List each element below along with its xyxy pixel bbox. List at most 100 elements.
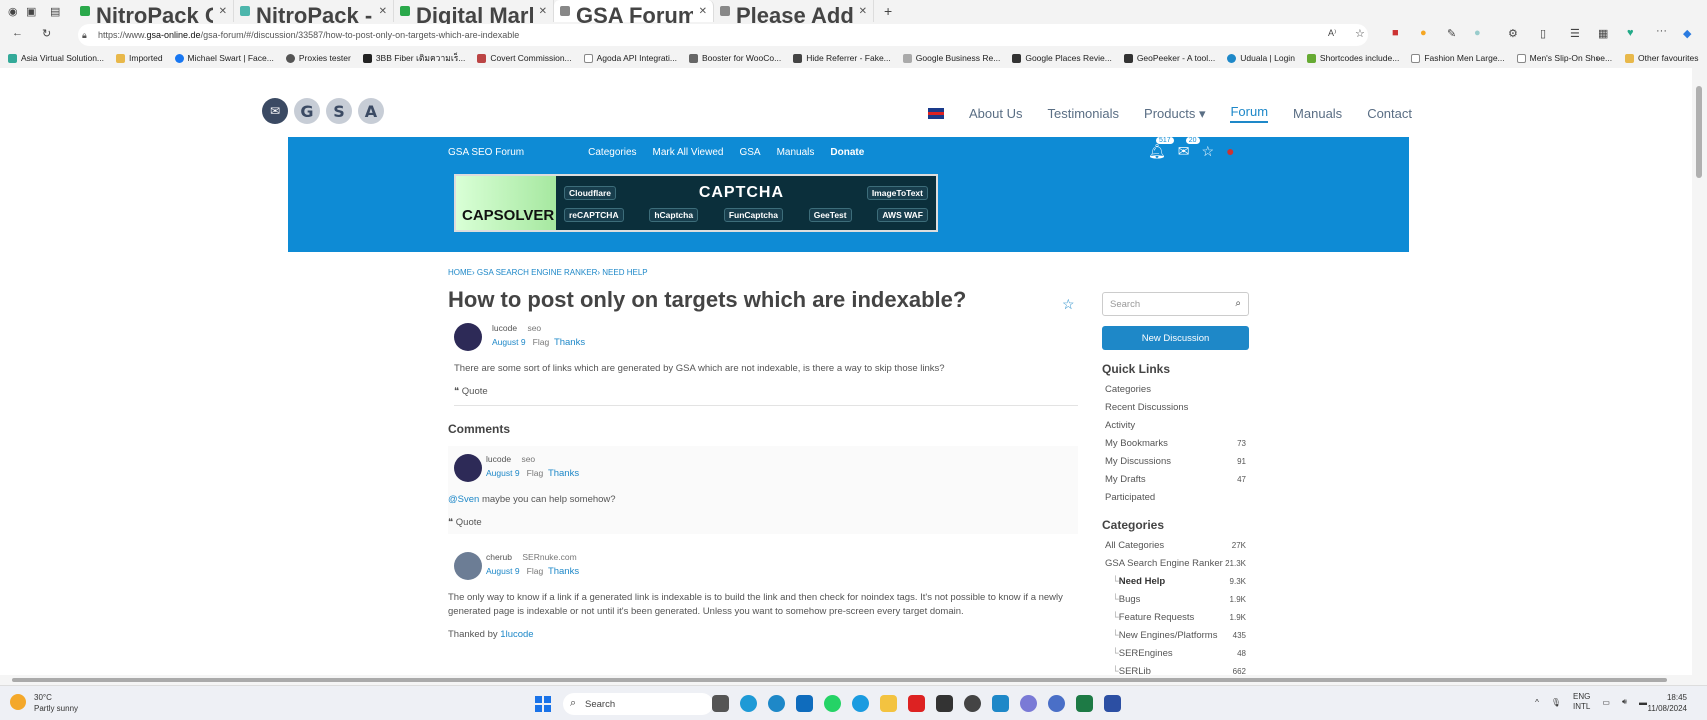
subnav-donate[interactable]: Donate <box>830 147 864 158</box>
split-screen-icon[interactable]: ▯ <box>1540 27 1546 40</box>
category-item[interactable]: Feature Requests 1.9K <box>1102 608 1249 626</box>
category-item[interactable]: All Categories 27K <box>1102 536 1249 554</box>
network-icon[interactable]: ▭ <box>1602 698 1610 707</box>
settings-icon[interactable] <box>1048 695 1065 712</box>
folder-icon[interactable] <box>880 695 897 712</box>
close-tab-icon[interactable]: ✕ <box>219 6 227 17</box>
quick-link-item[interactable]: Activity <box>1102 416 1249 434</box>
bookmarks-star-icon[interactable]: ☆ <box>1202 143 1215 160</box>
search-icon[interactable]: ⌕ <box>1235 298 1241 309</box>
favorites-list-icon[interactable]: ☰ <box>1570 27 1580 40</box>
flag-link[interactable]: Flag <box>527 468 544 478</box>
mention-link[interactable]: @Sven <box>448 494 479 505</box>
flag-link[interactable]: Flag <box>527 566 544 576</box>
forum-home-link[interactable]: GSA SEO Forum <box>448 147 524 158</box>
extension-icon[interactable]: ■ <box>1392 27 1399 39</box>
language-indicator[interactable]: ENG INTL <box>1573 692 1590 712</box>
back-icon[interactable]: ← <box>12 27 23 39</box>
nav-forum[interactable]: Forum <box>1230 104 1269 123</box>
extension-icon[interactable]: ✎ <box>1447 27 1456 40</box>
app-icon[interactable] <box>1104 695 1121 712</box>
bookmark-item[interactable]: Google Places Revie... <box>1012 53 1112 63</box>
breadcrumb-ser[interactable]: GSA SEARCH ENGINE RANKER <box>477 268 597 277</box>
subnav-categories[interactable]: Categories <box>588 147 636 158</box>
tab-gsa-forum[interactable]: GSA Forum ✕ <box>554 0 714 28</box>
quick-link-item[interactable]: Recent Discussions <box>1102 398 1249 416</box>
avatar[interactable] <box>454 552 482 580</box>
extension-icon[interactable]: ● <box>1420 27 1427 39</box>
comment-date[interactable]: August 9 <box>486 566 520 576</box>
thanks-link[interactable]: Thanks <box>548 468 579 479</box>
quote-button[interactable]: ❝ Quote <box>454 386 1078 397</box>
weather-widget[interactable]: 30°C Partly sunny <box>10 692 78 714</box>
skype-icon[interactable] <box>740 695 757 712</box>
volume-icon[interactable]: 🔊︎ <box>1622 697 1627 707</box>
category-item[interactable]: SERLib 662 <box>1102 662 1249 676</box>
battery-icon[interactable]: ▬ <box>1639 698 1647 707</box>
new-discussion-button[interactable]: New Discussion <box>1102 326 1249 350</box>
chevron-up-icon[interactable]: ^ <box>1535 698 1539 707</box>
bookmark-item[interactable]: Michael Swart | Face... <box>174 53 274 63</box>
other-favourites-folder[interactable]: Other favourites <box>1625 53 1698 63</box>
close-tab-icon[interactable]: ✕ <box>539 6 547 17</box>
post-date[interactable]: August 9 <box>492 337 526 347</box>
nav-manuals[interactable]: Manuals <box>1293 106 1342 121</box>
bookmark-item[interactable]: Shortcodes include... <box>1306 53 1399 63</box>
new-tab-icon[interactable]: + <box>874 3 892 19</box>
tab-actions-icon[interactable]: ▤ <box>50 5 74 18</box>
close-tab-icon[interactable]: ✕ <box>699 6 707 17</box>
bookmark-item[interactable]: Agoda API Integrati... <box>583 53 677 63</box>
workspaces-icon[interactable]: ▣ <box>26 5 50 18</box>
bookmark-item[interactable]: 3BB Fiber เติมความเร็... <box>362 51 465 65</box>
bookmark-item[interactable]: Hide Referrer - Fake... <box>793 53 891 63</box>
post-author[interactable]: lucode <box>492 323 517 333</box>
gsa-logo[interactable]: ✉ G S A <box>262 98 384 124</box>
tab-nitropack-improve[interactable]: NitroPack - Improve your Google ✕ <box>234 0 394 28</box>
bookmark-item[interactable]: Proxies tester <box>285 53 351 63</box>
chatgpt-icon[interactable] <box>964 695 981 712</box>
collections-icon[interactable]: ▦ <box>1598 27 1608 40</box>
bookmark-item[interactable]: Google Business Re... <box>902 53 1000 63</box>
subnav-mark-all-viewed[interactable]: Mark All Viewed <box>653 147 724 158</box>
scroll-thumb[interactable] <box>1696 86 1702 178</box>
category-item[interactable]: Bugs 1.9K <box>1102 590 1249 608</box>
scroll-thumb[interactable] <box>12 678 1667 682</box>
category-item[interactable]: Need Help 9.3K <box>1102 572 1249 590</box>
profile-avatar-icon[interactable]: ◉ <box>0 5 26 18</box>
horizontal-scrollbar[interactable] <box>0 675 1707 685</box>
app-icon[interactable] <box>992 695 1009 712</box>
microphone-icon[interactable]: 🎙︎ <box>1551 698 1561 707</box>
tab-nitropack-options[interactable]: NitroPack Options ‹ Asia Virtual ✕ <box>74 0 234 28</box>
app-icon[interactable] <box>936 695 953 712</box>
bookmark-star-icon[interactable]: ☆ <box>1062 296 1075 313</box>
thanks-link[interactable]: Thanks <box>548 566 579 577</box>
app-icon[interactable] <box>908 695 925 712</box>
notifications-bell-icon[interactable]: 🔔︎ 517 <box>1148 137 1174 160</box>
quick-link-item[interactable]: My Discussions 91 <box>1102 452 1249 470</box>
comment-author[interactable]: lucode <box>486 454 511 464</box>
close-tab-icon[interactable]: ✕ <box>859 6 867 17</box>
nav-products[interactable]: Products ▾ <box>1144 106 1205 122</box>
flag-link[interactable]: Flag <box>533 337 550 347</box>
thanks-link[interactable]: Thanks <box>554 337 585 348</box>
quick-link-item[interactable]: My Bookmarks 73 <box>1102 434 1249 452</box>
comment-author[interactable]: cherub <box>486 552 512 562</box>
thanked-user-link[interactable]: 1lucode <box>500 629 533 640</box>
excel-icon[interactable] <box>1076 695 1093 712</box>
whatsapp-icon[interactable] <box>824 695 841 712</box>
vertical-scrollbar[interactable] <box>1692 80 1707 675</box>
close-tab-icon[interactable]: ✕ <box>379 6 387 17</box>
tab-please-add[interactable]: Please Add — GSA SEO Forum ✕ <box>714 0 874 28</box>
taskbar-search[interactable]: ⌕ Search <box>563 693 713 715</box>
favorite-star-icon[interactable]: ☆ <box>1355 27 1365 40</box>
bookmark-item[interactable]: Uduala | Login <box>1227 53 1295 63</box>
avatar[interactable] <box>454 454 482 482</box>
subnav-manuals[interactable]: Manuals <box>777 147 815 158</box>
start-button-icon[interactable] <box>535 696 551 712</box>
edge-icon[interactable] <box>852 695 869 712</box>
bookmark-item[interactable]: Booster for WooCo... <box>688 53 781 63</box>
subnav-gsa[interactable]: GSA <box>739 147 760 158</box>
breadcrumb-need-help[interactable]: NEED HELP <box>602 268 647 277</box>
inbox-envelope-icon[interactable]: ✉ 20 <box>1178 137 1200 160</box>
breadcrumb-home[interactable]: HOME <box>448 268 472 277</box>
